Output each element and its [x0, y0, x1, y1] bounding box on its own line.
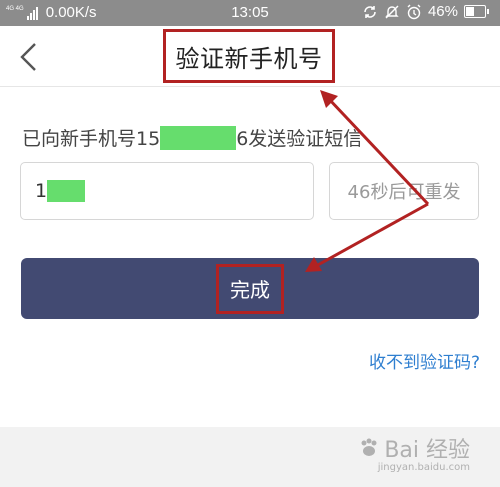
sms-sent-suffix: 6发送验证短信: [236, 128, 363, 150]
title-highlight-box: 验证新手机号: [163, 29, 335, 83]
chevron-left-icon[interactable]: [18, 42, 40, 72]
status-right: 46%: [362, 3, 489, 20]
redacted-code-mask: [47, 180, 86, 202]
resend-code-button[interactable]: 46秒后可重发: [329, 162, 479, 220]
verification-code-value: 1: [35, 180, 48, 202]
redacted-phone-mask: [160, 125, 237, 150]
mute-icon: [385, 5, 399, 18]
no-code-link[interactable]: 收不到验证码?: [369, 348, 480, 373]
baidu-watermark: Bai 经验 jingyan.baidu.com: [358, 432, 470, 473]
sync-icon: [364, 5, 376, 18]
alarm-icon: [407, 4, 421, 19]
paw-logo-icon: [361, 438, 377, 456]
sms-sent-prefix: 已向新手机号15: [22, 128, 161, 150]
page-title: 验证新手机号: [175, 44, 323, 73]
sms-sent-message: 已向新手机号15 6发送验证短信: [22, 124, 362, 151]
battery-level: [466, 7, 474, 16]
battery-icon: [464, 5, 489, 18]
arrow-to-title-head: [320, 90, 338, 108]
header: 验证新手机号: [0, 26, 500, 87]
done-label: 完成: [230, 278, 270, 302]
verification-code-input[interactable]: 1: [20, 162, 314, 220]
watermark-text: Bai 经验: [384, 438, 470, 463]
watermark-subtext: jingyan.baidu.com: [377, 462, 470, 473]
battery-percent: 46%: [427, 3, 458, 20]
done-highlight-box: 完成: [216, 263, 284, 314]
status-bar: 4G 4G 0.00K/s 13:05 46%: [0, 0, 500, 26]
done-button[interactable]: 完成: [21, 258, 479, 319]
